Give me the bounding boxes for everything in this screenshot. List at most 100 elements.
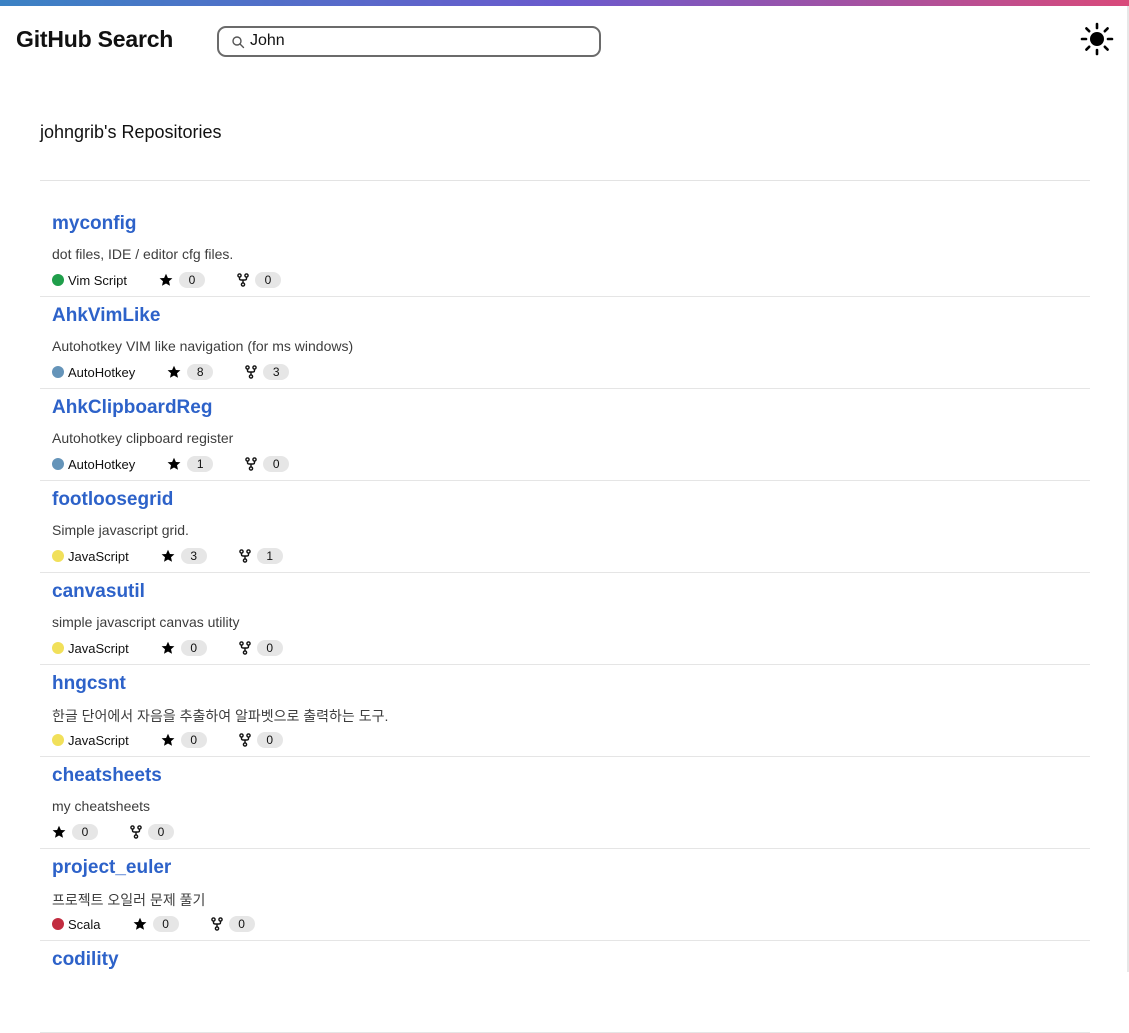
repo-name-link[interactable]: AhkVimLike: [52, 305, 160, 327]
divider: [40, 180, 1090, 181]
repo-name-link[interactable]: codility: [52, 949, 119, 971]
star-icon: [167, 457, 181, 470]
language-color-dot: [52, 274, 64, 286]
repo-item: cheatsheets my cheatsheets 0 0: [40, 757, 1090, 849]
star-count-badge: 0: [179, 272, 205, 288]
star-count-badge: 0: [180, 732, 207, 748]
star-count: 3: [161, 548, 207, 564]
language-color-dot: [52, 734, 64, 746]
repo-name-link[interactable]: project_euler: [52, 857, 171, 879]
fork-icon: [238, 733, 251, 747]
star-icon: [133, 917, 146, 930]
repo-description: Autohotkey VIM like navigation (for ms w…: [52, 338, 354, 354]
star-count-badge: 0: [152, 916, 179, 932]
repo-description: dot files, IDE / editor cfg files.: [52, 246, 234, 262]
fork-count-badge: 0: [256, 640, 283, 656]
star-count: 0: [159, 272, 205, 288]
repo-language: JavaScript: [52, 733, 129, 748]
language-label: AutoHotkey: [68, 364, 136, 380]
repo-item: footloosegrid Simple javascript grid. Java…: [40, 481, 1090, 573]
star-icon: [52, 825, 66, 838]
repo-name-link[interactable]: AhkClipboardReg: [52, 397, 212, 419]
repo-language: AutoHotkey: [52, 365, 135, 380]
star-count: 0: [161, 640, 207, 656]
fork-count-badge: 1: [256, 548, 283, 564]
sun-icon[interactable]: [1080, 22, 1114, 56]
repo-meta: AutoHotkey 1 0: [52, 455, 321, 473]
fork-count-badge: 0: [256, 732, 283, 748]
repo-item: codility: [40, 941, 1090, 1033]
language-color-dot: [52, 642, 64, 654]
fork-icon: [210, 917, 223, 931]
repo-name-link[interactable]: footloosegrid: [52, 489, 173, 511]
star-count: 0: [52, 824, 98, 840]
language-label: JavaScript: [68, 732, 129, 748]
fork-icon: [245, 457, 258, 471]
star-count: 0: [161, 732, 207, 748]
star-icon: [161, 641, 175, 654]
app-title: GitHub Search: [16, 26, 174, 52]
repo-language: JavaScript: [52, 641, 129, 656]
repo-meta: Vim Script 0 0: [52, 271, 313, 289]
fork-count: 0: [245, 456, 290, 472]
repo-list: myconfig dot files, IDE / editor cfg file…: [40, 205, 1090, 1033]
star-count-badge: 0: [72, 824, 98, 840]
repo-language: AutoHotkey: [52, 457, 135, 472]
fork-count: 0: [238, 732, 283, 748]
repo-description: Simple javascript grid.: [52, 522, 189, 538]
fork-icon: [245, 365, 258, 379]
repo-meta: JavaScript 0 0: [52, 731, 315, 749]
star-icon: [161, 733, 175, 746]
star-count-badge: 3: [180, 548, 207, 564]
search-box[interactable]: [217, 26, 601, 57]
fork-icon: [238, 641, 251, 655]
star-count-badge: 1: [187, 456, 214, 472]
repo-description: my cheatsheets: [52, 798, 151, 814]
fork-count: 1: [238, 548, 283, 564]
search-icon: [232, 36, 245, 49]
repo-description: 한글 단어에서 자음을 추출하여 알파벳으로 출력하는 도구.: [52, 708, 389, 724]
fork-count-badge: 0: [148, 824, 174, 840]
star-icon: [167, 365, 181, 378]
repo-name-link[interactable]: canvasutil: [52, 581, 145, 603]
repo-item: AhkVimLike Autohotkey VIM like navigation…: [40, 297, 1090, 389]
repo-name-link[interactable]: hngcsnt: [52, 673, 126, 695]
fork-count-badge: 0: [263, 456, 290, 472]
page-title: johngrib's Repositories: [40, 122, 222, 142]
repo-language: Scala: [52, 917, 101, 932]
star-count: 8: [167, 364, 214, 380]
fork-icon: [130, 825, 142, 839]
fork-count: 3: [245, 364, 290, 380]
fork-count-badge: 0: [255, 272, 281, 288]
language-color-dot: [52, 918, 64, 930]
fork-count: 0: [130, 824, 174, 840]
star-count: 0: [133, 916, 179, 932]
fork-count-badge: 0: [228, 916, 255, 932]
language-label: JavaScript: [68, 548, 129, 564]
repo-meta: JavaScript 0 0: [52, 639, 315, 657]
repo-description: 프로젝트 오일러 문제 풀기: [52, 892, 206, 908]
star-count-badge: 0: [180, 640, 207, 656]
fork-count: 0: [238, 640, 283, 656]
repo-item: project_euler 프로젝트 오일러 문제 풀기 Scala 0 0: [40, 849, 1090, 941]
star-icon: [159, 273, 173, 286]
star-icon: [161, 549, 175, 562]
repo-description: simple javascript canvas utility: [52, 614, 240, 630]
repo-item: AhkClipboardReg Autohotkey clipboard regi…: [40, 389, 1090, 481]
search-input[interactable]: [250, 30, 590, 52]
language-color-dot: [52, 550, 64, 562]
repo-item: hngcsnt 한글 단어에서 자음을 추출하여 알파벳으로 출력하는 도구. Ja…: [40, 665, 1090, 757]
fork-count: 0: [237, 272, 281, 288]
repo-item: canvasutil simple javascript canvas utili…: [40, 573, 1090, 665]
star-count: 1: [167, 456, 214, 472]
language-color-dot: [52, 458, 64, 470]
fork-count-badge: 3: [263, 364, 290, 380]
repo-name-link[interactable]: cheatsheets: [52, 765, 162, 787]
repo-name-link[interactable]: myconfig: [52, 213, 136, 235]
repo-meta: Scala 0 0: [52, 915, 287, 933]
language-label: Vim Script: [68, 272, 127, 288]
repo-meta: 00: [52, 823, 206, 841]
language-label: AutoHotkey: [68, 456, 136, 472]
language-label: Scala: [68, 916, 101, 932]
app-header: GitHub Search: [0, 6, 1129, 76]
